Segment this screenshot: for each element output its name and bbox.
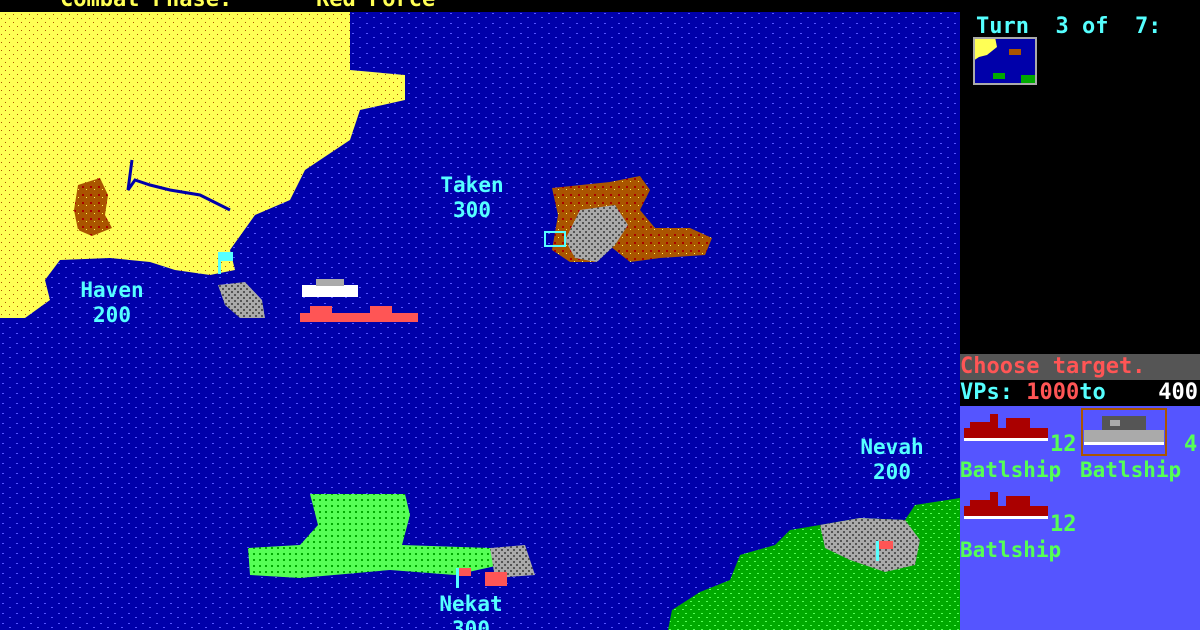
vps-label: VPs: (960, 380, 1013, 405)
city-label-nevah[interactable]: Nevah 200 (832, 435, 952, 485)
unit-name: Batlship (960, 538, 1062, 562)
battleship-icon (1084, 416, 1164, 445)
unit-count: 12 (1050, 512, 1077, 537)
phase-bar: Combat Phase: Red Force (0, 0, 960, 12)
city-label-taken[interactable]: Taken 300 (412, 173, 532, 223)
unit-count: 4 (1184, 432, 1198, 457)
city-value: 200 (873, 460, 911, 484)
side-panel: Turn 3 of 7: Choose target. VPs: 1000to 4… (960, 0, 1200, 630)
city-name: Nevah (860, 435, 924, 459)
unit-card-selected[interactable]: 4 Batlship (1080, 406, 1200, 486)
city-value: 300 (452, 617, 490, 630)
unit-list: 12 Batlship 4 Batlship 12 Batlship (960, 406, 1200, 630)
game-map[interactable]: Haven 200 Taken 300 Nevah 200 Nekat 300 (0, 12, 960, 630)
turn-indicator: Turn 3 of 7: (976, 14, 1162, 39)
vps-to: to (1079, 380, 1106, 405)
unit-count: 12 (1050, 432, 1077, 457)
battleship-icon (964, 492, 1048, 519)
city-name: Taken (440, 173, 504, 197)
unit-name: Batlship (960, 458, 1062, 482)
force-label: Red Force (316, 0, 435, 12)
city-label-nekat[interactable]: Nekat 300 (411, 592, 531, 630)
phase-label: Combat Phase: (60, 0, 232, 12)
city-label-haven[interactable]: Haven 200 (52, 278, 172, 328)
vps-red: 1000 (1026, 380, 1080, 405)
battleship-icon (964, 414, 1048, 441)
city-value: 300 (453, 198, 491, 222)
city-value: 200 (93, 303, 131, 327)
city-name: Haven (80, 278, 144, 302)
vps-blue: 400 (1158, 380, 1198, 405)
unit-card[interactable]: 12 Batlship (960, 406, 1080, 486)
unit-name: Batlship (1080, 458, 1182, 482)
minimap[interactable] (973, 37, 1037, 85)
unit-card[interactable]: 12 Batlship (960, 486, 1080, 566)
status-message: Choose target. (960, 354, 1200, 380)
victory-points: VPs: 1000to 400 (960, 380, 1200, 406)
city-name: Nekat (439, 592, 503, 616)
